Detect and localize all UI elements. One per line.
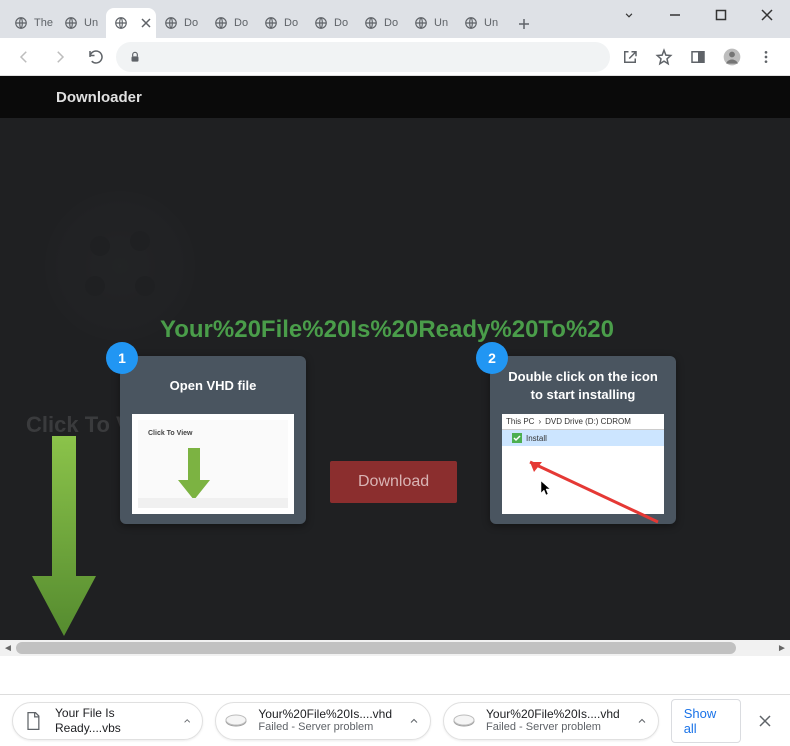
tab-0[interactable]: The <box>6 8 56 38</box>
tab-label: The <box>34 17 53 29</box>
thumb2-install-row: Install <box>502 430 664 446</box>
globe-icon <box>364 16 378 30</box>
tab-4[interactable]: Do <box>206 8 256 38</box>
window-chevron-icon[interactable] <box>606 0 652 30</box>
tab-3[interactable]: Do <box>156 8 206 38</box>
tab-2-active[interactable] <box>106 8 156 38</box>
tab-9[interactable]: Un <box>456 8 506 38</box>
step-title-1: Open VHD file <box>132 368 294 404</box>
page-content: Downloader Your%20File%20Is%20Ready%20To… <box>0 76 790 656</box>
tab-7[interactable]: Do <box>356 8 406 38</box>
download-name: Your%20File%20Is....vhd <box>258 707 392 721</box>
thumb-arrow-icon <box>174 444 214 504</box>
shelf-close-button[interactable] <box>753 707 778 735</box>
globe-icon <box>264 16 278 30</box>
thumb1-footer <box>138 498 288 508</box>
step-badge-2: 2 <box>476 342 508 374</box>
share-button[interactable] <box>614 41 646 73</box>
thumb2-breadcrumb-a: This PC <box>506 417 534 426</box>
file-icon <box>21 709 45 733</box>
globe-icon <box>414 16 428 30</box>
thumb2-breadcrumb-b: DVD Drive (D:) CDROM <box>545 417 631 426</box>
tab-5[interactable]: Do <box>256 8 306 38</box>
forward-button[interactable] <box>44 41 76 73</box>
step-badge-1: 1 <box>106 342 138 374</box>
chevron-up-icon[interactable] <box>636 715 648 727</box>
show-all-button[interactable]: Show all <box>671 699 741 743</box>
download-item-1[interactable]: Your File Is Ready....vbs <box>12 702 203 740</box>
globe-icon <box>464 16 478 30</box>
globe-icon <box>14 16 28 30</box>
address-bar <box>0 38 790 76</box>
globe-icon <box>314 16 328 30</box>
window-minimize-button[interactable] <box>652 0 698 30</box>
globe-icon <box>64 16 78 30</box>
disk-icon <box>452 709 476 733</box>
install-icon <box>512 433 522 443</box>
back-button[interactable] <box>8 41 40 73</box>
chevron-up-icon[interactable] <box>182 715 192 727</box>
tab-label: Do <box>234 17 248 29</box>
profile-button[interactable] <box>716 41 748 73</box>
download-arrow-icon <box>24 386 124 646</box>
tab-label: Un <box>434 17 448 29</box>
download-item-2[interactable]: Your%20File%20Is....vhdFailed - Server p… <box>215 702 431 740</box>
window-controls <box>606 0 790 30</box>
reload-button[interactable] <box>80 41 112 73</box>
step-thumbnail-1: Click To View <box>132 414 294 514</box>
horizontal-scrollbar[interactable]: ◄ ► <box>0 640 790 656</box>
page-title: Downloader <box>56 89 142 106</box>
step-card-2: 2 Double click on the icon to start inst… <box>490 356 676 524</box>
close-icon[interactable] <box>140 17 152 29</box>
window-maximize-button[interactable] <box>698 0 744 30</box>
green-headline: Your%20File%20Is%20Ready%20To%20 <box>160 316 790 344</box>
tab-label: Un <box>484 17 498 29</box>
download-button[interactable]: Download <box>330 461 457 503</box>
page-header: Downloader <box>0 76 790 118</box>
download-item-3[interactable]: Your%20File%20Is....vhdFailed - Server p… <box>443 702 659 740</box>
new-tab-button[interactable] <box>510 10 538 38</box>
step-card-1: 1 Open VHD file Click To View <box>120 356 306 524</box>
tab-label: Do <box>334 17 348 29</box>
red-arrow-icon <box>520 454 660 524</box>
scroll-thumb[interactable] <box>16 642 736 654</box>
bookmark-button[interactable] <box>648 41 680 73</box>
step-title-2: Double click on the icon to start instal… <box>502 368 664 404</box>
window-close-button[interactable] <box>744 0 790 30</box>
tab-label: Do <box>384 17 398 29</box>
install-label: Install <box>526 434 547 443</box>
side-panel-button[interactable] <box>682 41 714 73</box>
tab-label: Do <box>284 17 298 29</box>
menu-button[interactable] <box>750 41 782 73</box>
globe-icon <box>164 16 178 30</box>
tab-8[interactable]: Un <box>406 8 456 38</box>
thumb1-ctv: Click To View <box>148 430 192 437</box>
thumb2-breadcrumb: This PC › DVD Drive (D:) CDROM <box>502 414 664 430</box>
tab-label: Do <box>184 17 198 29</box>
thumb2-breadcrumb-sep: › <box>538 417 541 426</box>
scroll-right-icon[interactable]: ► <box>774 640 790 656</box>
download-status: Failed - Server problem <box>486 721 620 734</box>
lock-icon <box>128 50 142 64</box>
address-input[interactable] <box>116 42 610 72</box>
step-thumbnail-2: This PC › DVD Drive (D:) CDROM Install <box>502 414 664 514</box>
download-status: Failed - Server problem <box>258 721 392 734</box>
tab-6[interactable]: Do <box>306 8 356 38</box>
download-name: Your%20File%20Is....vhd <box>486 707 620 721</box>
tab-label: Un <box>84 17 98 29</box>
scroll-left-icon[interactable]: ◄ <box>0 640 16 656</box>
disk-icon <box>224 709 248 733</box>
globe-icon <box>114 16 128 30</box>
download-shelf: Your File Is Ready....vbs Your%20File%20… <box>0 694 790 746</box>
download-name: Your File Is Ready....vbs <box>55 706 166 735</box>
chevron-up-icon[interactable] <box>408 715 420 727</box>
globe-icon <box>214 16 228 30</box>
tab-1[interactable]: Un <box>56 8 106 38</box>
